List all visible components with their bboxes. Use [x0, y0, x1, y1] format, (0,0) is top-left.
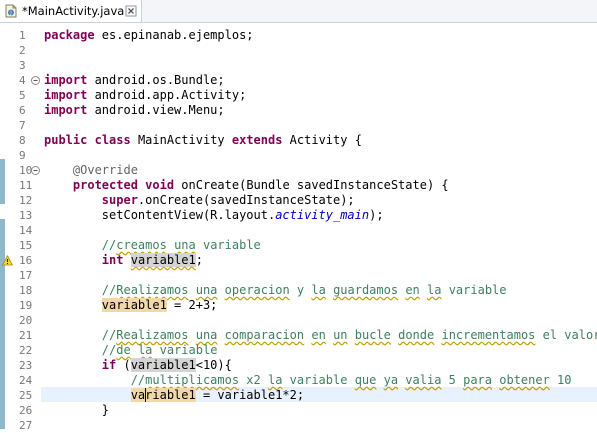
line-number: 15 — [19, 239, 33, 252]
line-number: 12 — [19, 194, 33, 207]
java-file-icon: J — [5, 4, 17, 18]
code-line-4: import android.os.Bundle; — [44, 73, 225, 87]
warning-icon[interactable] — [2, 255, 13, 266]
tab-mainactivity[interactable]: J *MainActivity.java — [0, 0, 142, 22]
line-number: 26 — [19, 404, 33, 417]
code-line-10: @Override — [72, 163, 138, 177]
close-icon[interactable] — [125, 5, 137, 17]
line-number: 7 — [19, 119, 26, 132]
editor-tab-bar: J *MainActivity.java — [0, 0, 597, 23]
line-number: 19 — [19, 299, 33, 312]
code-line-12: super.onCreate(savedInstanceState); — [101, 193, 355, 207]
line-number: 5 — [19, 89, 26, 102]
fold-collapse-icon[interactable] — [31, 76, 40, 85]
line-number: 20 — [19, 314, 33, 327]
code-line-5: import android.app.Activity; — [44, 88, 247, 102]
code-line-15: //creamos una variable — [101, 238, 261, 252]
line-number: 18 — [19, 284, 33, 297]
code-line-16: int variable1; — [101, 253, 203, 267]
line-number: 22 — [19, 344, 33, 357]
code-line-8: public class MainActivity extends Activi… — [44, 133, 362, 147]
line-number: 27 — [19, 419, 33, 432]
tab-title: *MainActivity.java — [22, 4, 125, 18]
code-line-19: variable1 = 2+3; — [101, 298, 218, 312]
line-number: 9 — [19, 149, 26, 162]
svg-text:J: J — [9, 11, 11, 17]
line-number: 14 — [19, 224, 33, 237]
line-number: 8 — [19, 134, 26, 147]
fold-collapse-icon[interactable] — [31, 166, 40, 175]
line-number: 24 — [19, 374, 33, 387]
line-number: 6 — [19, 104, 26, 117]
code-line-18: //Realizamos una operacion y la guardamo… — [101, 283, 507, 297]
code-line-22: //de la variable — [101, 343, 218, 357]
code-line-11: protected void onCreate(Bundle savedInst… — [72, 178, 449, 192]
line-number: 25 — [19, 389, 33, 402]
code-line-21: //Realizamos una comparacion en un bucle… — [101, 328, 597, 342]
code-editor[interactable]: 1 2 3 4 5 6 7 8 9 10 11 12 13 14 15 16 1… — [0, 23, 597, 432]
code-line-26: } — [101, 403, 110, 417]
text-cursor — [145, 388, 146, 402]
line-number: 1 — [19, 29, 26, 42]
code-line-13: setContentView(R.layout.activity_main); — [101, 208, 384, 222]
line-number: 13 — [19, 209, 33, 222]
line-number: 2 — [19, 44, 26, 57]
quick-diff-ruler — [0, 23, 6, 432]
code-line-24: //multiplicamos x2 la variable que ya va… — [130, 373, 572, 387]
line-number: 23 — [19, 359, 33, 372]
line-number: 21 — [19, 329, 33, 342]
line-number: 17 — [19, 269, 33, 282]
change-marker — [0, 159, 5, 204]
code-line-25: variable1 = variable1*2; — [130, 388, 305, 402]
line-number: 3 — [19, 59, 26, 72]
code-line-23: if (variable1<10){ — [101, 358, 232, 372]
change-marker — [0, 219, 5, 429]
code-line-6: import android.view.Menu; — [44, 103, 225, 117]
line-number: 16 — [19, 254, 33, 267]
line-number: 11 — [19, 179, 33, 192]
code-line-1: package es.epinanab.ejemplos; — [44, 28, 254, 42]
